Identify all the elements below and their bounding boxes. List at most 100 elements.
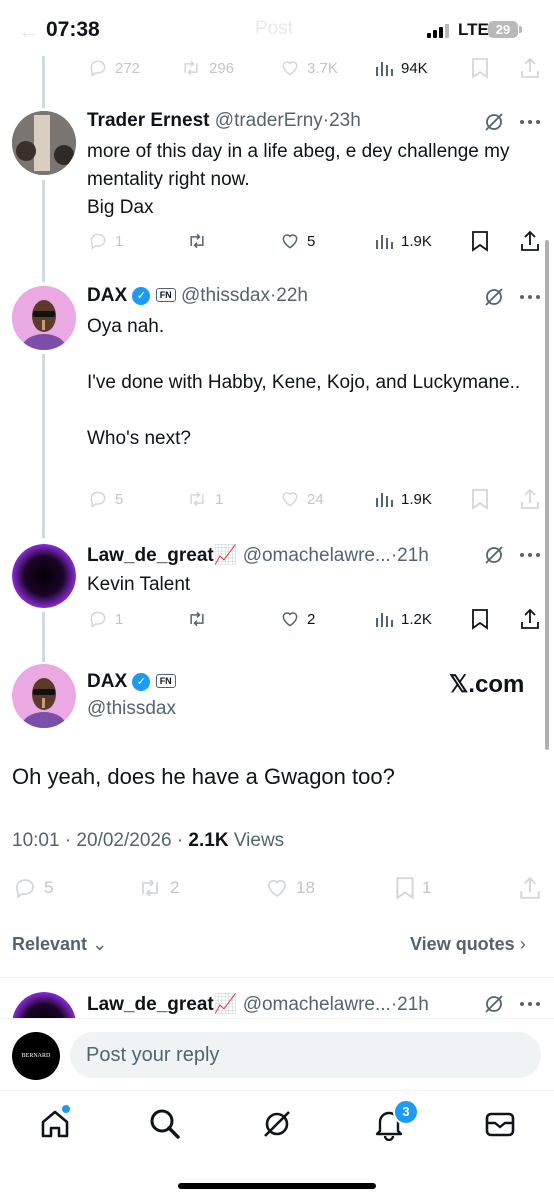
- views-button[interactable]: 1.2K: [375, 607, 432, 631]
- repost-icon: [184, 60, 198, 76]
- share-icon[interactable]: [519, 229, 541, 253]
- display-name[interactable]: Law_de_great: [87, 994, 214, 1015]
- heart-icon: [282, 492, 298, 507]
- views-button[interactable]: 94K: [375, 56, 428, 80]
- repost-icon: [190, 233, 204, 249]
- bookmark-icon[interactable]: [470, 56, 490, 80]
- thread-line: [42, 180, 45, 282]
- timestamp[interactable]: 23h: [329, 110, 361, 131]
- nav-notifications[interactable]: 3: [372, 1099, 419, 1146]
- display-name[interactable]: Law_de_great: [87, 545, 214, 566]
- reply-input[interactable]: Post your reply: [70, 1032, 541, 1078]
- tweet-actions: 1 2 1.2K: [87, 607, 542, 631]
- repost-button[interactable]: 2: [136, 876, 179, 900]
- chart-emoji-icon: 📈: [213, 545, 238, 566]
- nav-search[interactable]: [148, 1107, 182, 1146]
- handle[interactable]: @omachelawre...: [243, 545, 391, 566]
- header-title-ghost: Post: [255, 18, 294, 39]
- avatar[interactable]: [12, 664, 76, 728]
- reply-icon: [90, 60, 106, 77]
- reply-icon: [90, 611, 106, 628]
- avatar-image: [12, 286, 76, 350]
- like-button[interactable]: 2: [279, 607, 315, 631]
- chevron-right-icon: ›: [519, 934, 526, 954]
- views-button[interactable]: 1.9K: [375, 229, 432, 253]
- home-indicator: [178, 1183, 376, 1189]
- share-icon[interactable]: [519, 607, 541, 631]
- handle[interactable]: @thissdax: [87, 698, 176, 720]
- handle[interactable]: @traderErny: [215, 110, 323, 131]
- more-icon[interactable]: [519, 119, 541, 125]
- bookmark-icon[interactable]: [470, 487, 490, 511]
- repost-icon: [142, 879, 158, 897]
- battery-icon: 29: [488, 21, 518, 38]
- nav-grok[interactable]: [260, 1107, 294, 1146]
- more-icon[interactable]: [519, 1001, 541, 1007]
- views-button[interactable]: 1.9K: [375, 487, 432, 511]
- tweet-text: Oya nah. I've done with Habby, Kene, Koj…: [87, 316, 521, 449]
- back-arrow-icon[interactable]: ←: [18, 18, 40, 44]
- avatar-image: [12, 664, 76, 728]
- views-icon: [376, 62, 393, 76]
- source-label: 𝕏.com: [449, 671, 525, 698]
- reply-button[interactable]: 5: [87, 487, 123, 511]
- display-name[interactable]: DAX: [87, 671, 127, 692]
- reply-icon: [90, 233, 106, 250]
- reply-button[interactable]: 1: [87, 229, 123, 253]
- repost-button[interactable]: 296: [179, 56, 234, 80]
- verified-badge-icon: ✓: [132, 673, 151, 691]
- bookmark-icon[interactable]: [470, 229, 490, 253]
- grok-icon[interactable]: [483, 111, 505, 133]
- like-button[interactable]: 3.7K: [279, 56, 338, 80]
- avatar[interactable]: [12, 544, 76, 608]
- display-name[interactable]: Trader Ernest: [87, 110, 210, 131]
- views-icon: [376, 613, 393, 627]
- nav-messages[interactable]: [483, 1107, 517, 1146]
- battery-tip: [519, 26, 522, 33]
- sort-relevant-button[interactable]: Relevant ⌄: [12, 934, 107, 955]
- bookmark-button[interactable]: 1: [394, 876, 431, 900]
- display-name[interactable]: DAX: [87, 285, 127, 306]
- view-quotes-button[interactable]: View quotes ›: [410, 934, 526, 955]
- like-button[interactable]: 18: [264, 876, 315, 900]
- scrollbar[interactable]: [545, 240, 549, 750]
- handle[interactable]: @omachelawre...: [243, 994, 391, 1015]
- grok-icon[interactable]: [483, 286, 505, 308]
- like-button[interactable]: 24: [279, 487, 324, 511]
- avatar[interactable]: [12, 286, 76, 350]
- reply-button[interactable]: 272: [87, 56, 140, 80]
- views-icon: [376, 493, 393, 507]
- timestamp[interactable]: 21h: [397, 545, 429, 566]
- share-icon[interactable]: [518, 876, 542, 900]
- reply-button[interactable]: 5: [12, 876, 53, 900]
- grok-icon[interactable]: [483, 993, 505, 1015]
- share-icon[interactable]: [519, 487, 541, 511]
- views-label: Views: [228, 830, 285, 851]
- handle[interactable]: @thissdax: [181, 285, 270, 306]
- user-avatar[interactable]: BERNARD: [12, 1032, 60, 1080]
- share-icon[interactable]: [519, 56, 541, 80]
- thread-line: [42, 354, 45, 538]
- repost-button[interactable]: [185, 607, 209, 631]
- notification-badge: 3: [393, 1099, 419, 1125]
- search-icon: [150, 1109, 180, 1139]
- avatar[interactable]: [12, 111, 76, 175]
- bookmark-icon[interactable]: [470, 607, 490, 631]
- repost-button[interactable]: [185, 229, 209, 253]
- like-button[interactable]: 5: [279, 229, 315, 253]
- grok-icon[interactable]: [483, 544, 505, 566]
- main-tweet-actions: 5 2 18 1: [12, 876, 542, 900]
- affiliate-badge[interactable]: FN: [155, 674, 176, 688]
- nav-home[interactable]: [38, 1105, 72, 1146]
- more-icon[interactable]: [519, 552, 541, 558]
- affiliate-badge[interactable]: FN: [155, 288, 176, 302]
- timestamp[interactable]: 22h: [276, 285, 308, 306]
- repost-button[interactable]: 1: [185, 487, 223, 511]
- heart-icon: [282, 61, 298, 76]
- tweet-header: Law_de_great📈 @omachelawre...·21h: [87, 545, 429, 566]
- more-icon[interactable]: [519, 294, 541, 300]
- timestamp[interactable]: 10:01 · 20/02/2026 ·: [12, 830, 188, 851]
- reply-button[interactable]: 1: [87, 607, 123, 631]
- timestamp[interactable]: 21h: [397, 994, 429, 1015]
- signal-icon: [427, 24, 449, 38]
